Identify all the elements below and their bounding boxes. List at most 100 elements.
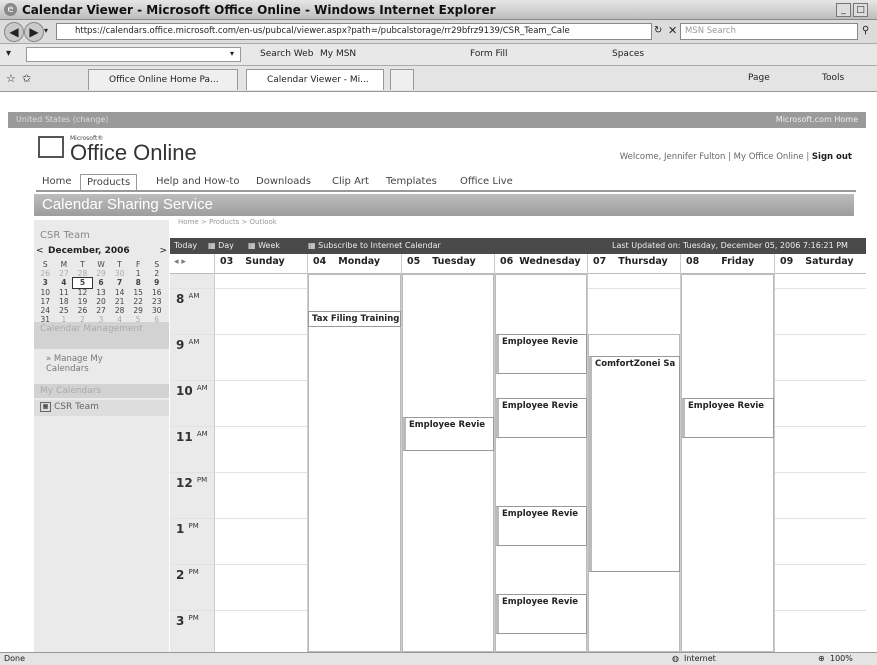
mini-cal-day[interactable]: 18 bbox=[55, 297, 74, 306]
mini-cal-day[interactable]: 25 bbox=[55, 306, 74, 315]
sign-out-link[interactable]: Sign out bbox=[812, 152, 852, 162]
mini-cal-day[interactable]: 22 bbox=[129, 297, 148, 306]
mini-cal-day[interactable]: 26 bbox=[73, 306, 92, 315]
office-logo-icon bbox=[38, 136, 64, 158]
refresh-icon[interactable]: ↻ bbox=[654, 25, 662, 36]
event-employee-review-friday[interactable]: Employee Revie bbox=[681, 398, 774, 438]
day-number: 04 bbox=[313, 256, 327, 267]
microsoft-home-link[interactable]: Microsoft.com Home bbox=[776, 115, 858, 124]
mini-cal-day[interactable]: 10 bbox=[36, 288, 55, 297]
maximize-button[interactable]: □ bbox=[853, 3, 868, 17]
zoom-level[interactable]: 100% bbox=[830, 654, 853, 663]
mini-cal-day[interactable]: 26 bbox=[36, 269, 55, 278]
subscribe-button[interactable]: ▦ Subscribe to Internet Calendar bbox=[308, 241, 441, 250]
mini-cal-day[interactable]: 28 bbox=[110, 306, 129, 315]
mini-cal-day[interactable]: 6 bbox=[92, 278, 111, 287]
weekday-label: T bbox=[80, 260, 85, 269]
week-view-button[interactable]: ▦ Week bbox=[248, 241, 280, 250]
my-calendars-header: My Calendars bbox=[34, 384, 169, 398]
day-view-button[interactable]: ▦ Day bbox=[208, 241, 234, 250]
mini-cal-day[interactable]: 4 bbox=[55, 278, 74, 287]
hour-label-2pm: 2 PM bbox=[176, 568, 199, 582]
prev-month-button[interactable]: < bbox=[36, 246, 44, 256]
mini-cal-day[interactable]: 8 bbox=[129, 278, 148, 287]
favorites-star-icon[interactable]: ☆ bbox=[6, 72, 16, 85]
day-column-divider bbox=[774, 254, 775, 652]
mini-cal-day[interactable]: 3 bbox=[36, 278, 55, 287]
mini-cal-day[interactable]: 27 bbox=[55, 269, 74, 278]
mini-cal-day[interactable]: 30 bbox=[147, 306, 166, 315]
mini-cal-day[interactable]: 9 bbox=[147, 278, 166, 287]
mini-cal-day[interactable]: 29 bbox=[92, 269, 111, 278]
toolbar-search-dropdown-icon[interactable]: ▾ bbox=[230, 49, 234, 58]
mini-cal-day[interactable]: 21 bbox=[110, 297, 129, 306]
mini-cal-day[interactable]: 19 bbox=[73, 297, 92, 306]
mini-cal-day[interactable]: 11 bbox=[55, 288, 74, 297]
minimize-button[interactable]: _ bbox=[836, 3, 851, 17]
mini-cal-day[interactable]: 17 bbox=[36, 297, 55, 306]
mini-cal-day[interactable]: 2 bbox=[147, 269, 166, 278]
mini-cal-day[interactable]: 16 bbox=[147, 288, 166, 297]
mini-cal-day[interactable]: 27 bbox=[92, 306, 111, 315]
tools-menu-button[interactable]: Tools bbox=[822, 73, 844, 83]
week-view-icon: ▦ bbox=[248, 241, 259, 250]
mini-cal-day[interactable]: 1 bbox=[129, 269, 148, 278]
mini-cal-day[interactable]: 13 bbox=[92, 288, 111, 297]
mini-cal-day[interactable]: 30 bbox=[110, 269, 129, 278]
history-dropdown-icon[interactable]: ▾ bbox=[44, 26, 48, 35]
week-calendar: Today ▦ Day ▦ Week ▦ Subscribe to Intern… bbox=[170, 238, 866, 652]
toolbar-menu-icon[interactable]: ▾ bbox=[6, 48, 11, 59]
event-tax-filing-training[interactable]: Tax Filing Training bbox=[308, 311, 401, 327]
search-web-button[interactable]: Search Web bbox=[260, 49, 313, 59]
event-employee-review-wed-1pm[interactable]: Employee Revie bbox=[495, 506, 587, 546]
mini-cal-day[interactable]: 23 bbox=[147, 297, 166, 306]
region-link[interactable]: United States (change) bbox=[16, 115, 108, 124]
event-employee-review-wed-9am[interactable]: Employee Revie bbox=[495, 334, 587, 374]
search-icon[interactable]: ⚲ bbox=[862, 25, 869, 36]
mini-cal-day[interactable]: 12 bbox=[73, 288, 92, 297]
address-input[interactable]: https://calendars.office.microsoft.com/e… bbox=[56, 23, 652, 40]
today-button[interactable]: Today bbox=[174, 241, 197, 250]
forward-button[interactable]: ▶ bbox=[24, 22, 44, 42]
mini-cal-day[interactable]: 28 bbox=[73, 269, 92, 278]
my-msn-button[interactable]: My MSN bbox=[320, 49, 356, 59]
mini-cal-day[interactable]: 24 bbox=[36, 306, 55, 315]
day-header-thursday: 07 Thursday bbox=[593, 256, 668, 267]
mini-cal-day[interactable]: 14 bbox=[110, 288, 129, 297]
form-fill-button[interactable]: Form Fill bbox=[470, 49, 508, 59]
page-menu-button[interactable]: Page bbox=[748, 73, 770, 83]
event-employee-review-tuesday[interactable]: Employee Revie bbox=[402, 417, 494, 451]
next-month-button[interactable]: > bbox=[159, 246, 167, 256]
tab-office-online-home[interactable]: Office Online Home Pa... bbox=[88, 69, 238, 90]
manage-calendars-link[interactable]: » Manage My Calendars bbox=[46, 354, 146, 374]
event-comfortzone-thursday[interactable]: ComfortZonei Sa bbox=[588, 356, 680, 572]
add-favorites-icon[interactable]: ✩ bbox=[22, 72, 31, 85]
nav-help[interactable]: Help and How-to bbox=[156, 176, 239, 187]
mini-cal-day[interactable]: 7 bbox=[110, 278, 129, 287]
day-name: Monday bbox=[338, 256, 381, 267]
tab-calendar-viewer[interactable]: Calendar Viewer - Mi... bbox=[246, 69, 384, 90]
nav-downloads[interactable]: Downloads bbox=[256, 176, 311, 187]
stop-icon[interactable]: ✕ bbox=[668, 24, 677, 37]
mini-cal-day[interactable]: 29 bbox=[129, 306, 148, 315]
nav-templates[interactable]: Templates bbox=[386, 176, 437, 187]
event-employee-review-wed-3pm[interactable]: Employee Revie bbox=[495, 594, 587, 634]
nav-office-live[interactable]: Office Live bbox=[460, 176, 513, 187]
nav-home[interactable]: Home bbox=[42, 176, 72, 187]
mini-cal-day[interactable]: 15 bbox=[129, 288, 148, 297]
search-input[interactable]: MSN Search bbox=[680, 23, 858, 40]
mini-cal-day[interactable]: 20 bbox=[92, 297, 111, 306]
nav-products[interactable]: Products bbox=[80, 174, 138, 190]
breadcrumb[interactable]: Home > Products > Outlook bbox=[178, 218, 277, 226]
mini-cal-today[interactable]: 5 bbox=[72, 277, 93, 289]
day-name: Sunday bbox=[245, 256, 285, 267]
csr-team-calendar-item[interactable]: ▦ CSR Team bbox=[34, 400, 169, 416]
toolbar-search-field[interactable] bbox=[26, 47, 241, 62]
zoom-icon[interactable]: ⊕ bbox=[818, 654, 825, 663]
new-tab-button[interactable] bbox=[390, 69, 414, 90]
back-button[interactable]: ◀ bbox=[4, 22, 24, 42]
prev-next-week-arrows[interactable]: ◂ ▸ bbox=[174, 257, 186, 267]
event-employee-review-wed-10am[interactable]: Employee Revie bbox=[495, 398, 587, 438]
spaces-button[interactable]: Spaces bbox=[612, 49, 644, 59]
nav-clip-art[interactable]: Clip Art bbox=[332, 176, 369, 187]
